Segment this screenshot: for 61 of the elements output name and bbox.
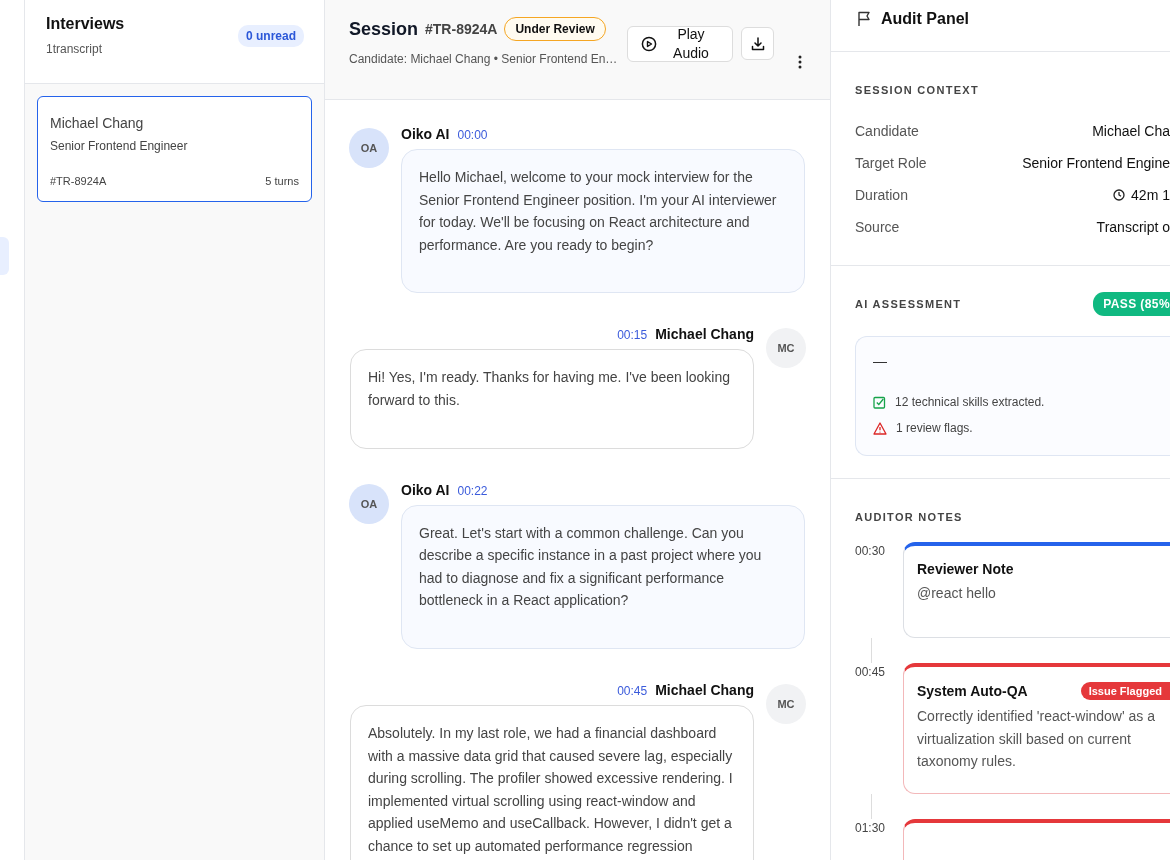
timestamp: 00:15 (617, 328, 648, 343)
play-icon (641, 36, 657, 52)
status-badge: Under Review (504, 17, 606, 41)
check-icon (873, 395, 886, 409)
candidate-name: Michael Chang (50, 115, 145, 131)
speaker-name: Oiko AI (401, 481, 450, 498)
clock-icon (1113, 189, 1126, 201)
timestamp: 00:00 (457, 128, 488, 142)
download-button[interactable] (741, 27, 774, 60)
section-title: AI ASSESSMENT (855, 298, 962, 310)
note-title: System Auto-QA (917, 683, 1028, 699)
timestamp: 00:45 (617, 683, 648, 698)
note-timestamp: 00:45 (855, 664, 887, 679)
field-label: Source (855, 219, 900, 235)
session-id: #TR-8924A (425, 21, 498, 37)
assessment-item: 1 review flags. (896, 421, 973, 435)
candidate-role: Senior Frontend Engineer (50, 139, 189, 153)
speaker-name: Michael Chang (655, 326, 754, 343)
transcript-count: 1transcript (46, 42, 104, 56)
note-timestamp: 00:30 (855, 543, 887, 558)
field-value: Michael Cha (1092, 123, 1170, 139)
panel-title: Audit Panel (881, 9, 969, 28)
field-label: Candidate (855, 123, 919, 139)
note-timestamp: 01:30 (855, 819, 887, 835)
sidebar-title: Interviews (46, 15, 125, 33)
field-value: 42m 1 (1131, 187, 1170, 203)
avatar: MC (766, 683, 806, 724)
session-id: #TR-8924A (50, 175, 107, 187)
field-value: Senior Frontend Engine (1022, 155, 1170, 171)
session-subtitle: Candidate: Michael Chang • Senior Frontend En… (349, 52, 619, 66)
section-title: SESSION CONTEXT (855, 84, 981, 96)
more-icon[interactable] (798, 55, 802, 69)
speaker-name: Oiko AI (401, 126, 450, 142)
message-bubble: Great. Let's start with a common challenge. Can you describe a specific instance in a past project where you had to diagnose and fix a significant performance bottleneck in a React application? (401, 504, 805, 649)
session-title: Session (349, 18, 419, 40)
avatar: OA (349, 483, 389, 524)
field-value: Transcript o (1096, 219, 1170, 235)
assessment-item: 12 technical skills extracted. (895, 395, 1045, 409)
timestamp: 00:22 (457, 483, 488, 498)
unread-badge: 0 unread (238, 25, 304, 47)
note-text: @react hello (917, 584, 997, 603)
message-bubble: Absolutely. In my last role, we had a financial dashboard with a massive data grid that caused severe lag, especially during scrolling. The profiler showed excessive rendering. I implemented virtual scrolling using react-window and applied useMemo and useCallback. However, I didn't get a chance to set up automated performance regression (350, 704, 754, 860)
result-badge: PASS (85% (1093, 292, 1170, 316)
speaker-name: Michael Chang (655, 681, 754, 698)
note-text: Correctly identified 'react-window' as a virtualization skill based on current taxonomy rules. (917, 707, 1156, 771)
play-audio-button[interactable]: Play Audio (627, 26, 733, 62)
avatar: OA (349, 128, 389, 168)
assessment-summary: — (873, 353, 888, 369)
avatar: MC (766, 328, 806, 369)
message-bubble: Hi! Yes, I'm ready. Thanks for having me. I've been looking forward to this. (350, 349, 754, 449)
message-bubble: Hello Michael, welcome to your mock interview for the Senior Frontend Engineer position. I'm your AI interviewer for today. We'll be focusing on React architecture and performance. Are you ready to begin? (401, 149, 805, 294)
field-label: Target Role (855, 155, 927, 171)
download-icon (749, 35, 766, 52)
warning-icon (873, 421, 887, 435)
interview-card[interactable]: Michael Chang Senior Frontend Engineer #TR-8924A 5 turns (37, 96, 312, 202)
flag-icon (857, 10, 871, 27)
field-label: Duration (855, 187, 908, 203)
issue-badge: Issue Flagged (1080, 682, 1170, 700)
turn-count: 5 turns (265, 175, 299, 187)
section-title: AUDITOR NOTES (855, 511, 964, 523)
note-title: Reviewer Note (917, 561, 1014, 577)
